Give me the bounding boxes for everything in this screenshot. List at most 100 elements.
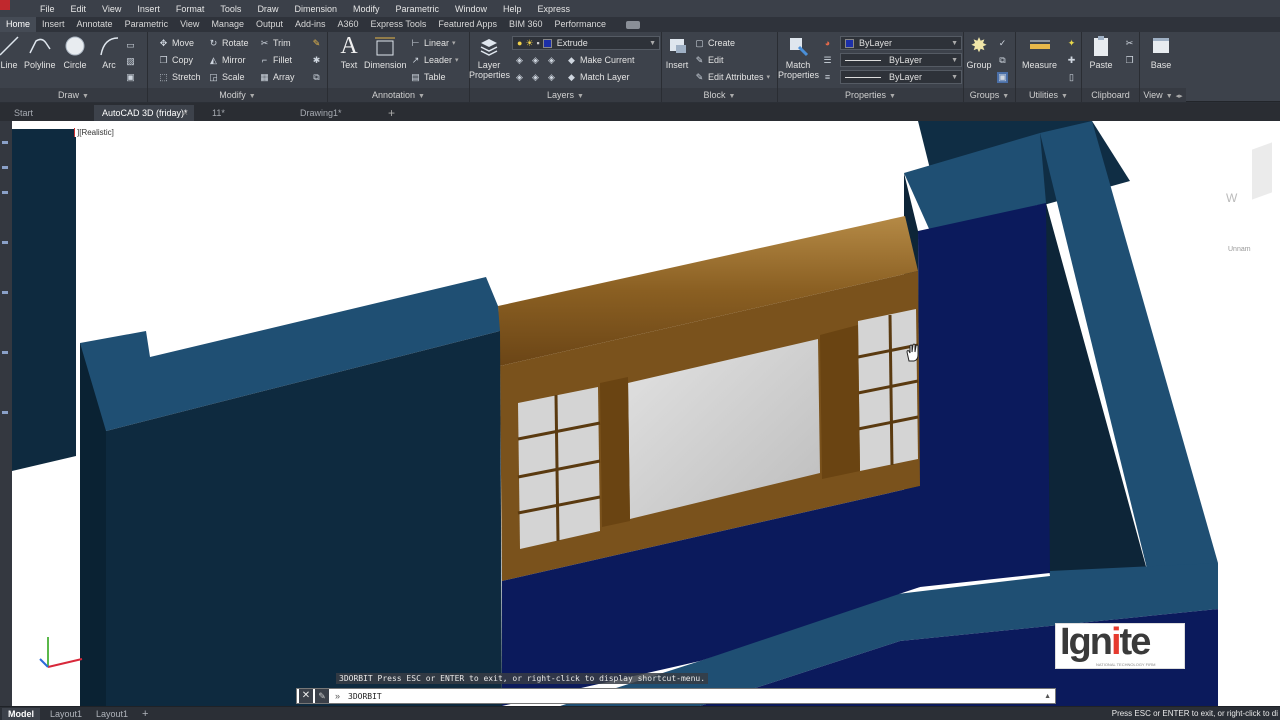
- linetype-dropdown[interactable]: ByLayer ▼: [840, 53, 962, 67]
- make-current-button[interactable]: ◆ Make Current: [566, 53, 635, 67]
- array-button[interactable]: ▦ Array: [259, 70, 294, 84]
- doc-tab-drawing1[interactable]: Drawing1*: [292, 105, 384, 121]
- block-panel-title[interactable]: Block ▼: [662, 88, 777, 102]
- tab-performance[interactable]: Performance: [548, 17, 612, 32]
- menu-draw[interactable]: Draw: [249, 4, 286, 14]
- ucs-menu-label[interactable]: Unnam: [1228, 246, 1251, 253]
- tool-icon[interactable]: [2, 166, 8, 169]
- circle-button[interactable]: Circle: [62, 34, 88, 70]
- rectangle-button[interactable]: ▭: [125, 38, 136, 52]
- edit-block-button[interactable]: ✎ Edit: [694, 53, 724, 67]
- layer-properties-button[interactable]: Layer Properties: [469, 34, 510, 80]
- explode-button[interactable]: ✱: [311, 53, 322, 67]
- close-icon[interactable]: ×: [183, 105, 188, 121]
- draw-panel-title[interactable]: Draw ▼: [0, 88, 147, 102]
- layer-tool-3[interactable]: ◈: [546, 53, 557, 67]
- doc-tab-start[interactable]: Start: [6, 105, 92, 121]
- utility-tool-1[interactable]: ✦: [1066, 36, 1077, 50]
- customize-wrench-icon[interactable]: ✎: [315, 689, 329, 703]
- tab-annotate[interactable]: Annotate: [71, 17, 119, 32]
- menu-help[interactable]: Help: [495, 4, 530, 14]
- boundary-button[interactable]: ▣: [125, 70, 136, 84]
- visual-style-label[interactable]: ][Realistic]: [74, 128, 114, 137]
- doc-tab-autocad-3d[interactable]: AutoCAD 3D (friday)* ×: [94, 105, 194, 121]
- 3d-model-scene[interactable]: [0, 121, 1280, 706]
- menu-window[interactable]: Window: [447, 4, 495, 14]
- new-tab-plus-icon[interactable]: +: [388, 105, 402, 121]
- menu-tools[interactable]: Tools: [212, 4, 249, 14]
- base-button[interactable]: Base: [1148, 34, 1174, 70]
- layout-tab-model[interactable]: Model: [2, 708, 40, 720]
- fillet-button[interactable]: ⌐ Fillet: [259, 53, 292, 67]
- measure-button[interactable]: Measure: [1022, 34, 1057, 70]
- group-tool-3[interactable]: ▣: [997, 70, 1008, 84]
- tool-icon[interactable]: [2, 241, 8, 244]
- lineweight-dropdown[interactable]: ByLayer ▼: [840, 70, 962, 84]
- clipboard-panel-title[interactable]: Clipboard: [1082, 88, 1139, 102]
- layers-panel-title[interactable]: Layers ▼: [470, 88, 661, 102]
- tab-featured-apps[interactable]: Featured Apps: [432, 17, 503, 32]
- trim-button[interactable]: ✂ Trim: [259, 36, 291, 50]
- tool-icon[interactable]: [2, 411, 8, 414]
- create-block-button[interactable]: ▢ Create: [694, 36, 735, 50]
- insert-block-button[interactable]: Insert: [664, 34, 690, 70]
- layer-tool-6[interactable]: ◈: [546, 70, 557, 84]
- table-button[interactable]: ▤ Table: [410, 70, 445, 84]
- paste-button[interactable]: Paste: [1088, 34, 1114, 70]
- hatch-button[interactable]: ▨: [125, 54, 136, 68]
- tab-express-tools[interactable]: Express Tools: [365, 17, 433, 32]
- menu-dimension[interactable]: Dimension: [286, 4, 345, 14]
- modify-panel-title[interactable]: Modify ▼: [148, 88, 327, 102]
- polyline-button[interactable]: Polyline: [24, 34, 56, 70]
- utility-tool-3[interactable]: ▯: [1066, 70, 1077, 84]
- command-line[interactable]: ✕ ✎ » 3DORBIT ▲: [296, 688, 1056, 704]
- layer-tool-5[interactable]: ◈: [530, 70, 541, 84]
- compass-west-label[interactable]: W: [1226, 191, 1237, 205]
- tool-icon[interactable]: [2, 291, 8, 294]
- tab-add-ins[interactable]: Add-ins: [289, 17, 332, 32]
- menu-edit[interactable]: Edit: [63, 4, 95, 14]
- arc-button[interactable]: Arc: [96, 34, 122, 70]
- move-button[interactable]: ✥ Move: [158, 36, 194, 50]
- doc-tab-11[interactable]: 11*: [204, 105, 290, 121]
- menu-parametric[interactable]: Parametric: [388, 4, 448, 14]
- tab-home[interactable]: Home: [0, 17, 37, 32]
- tab-insert[interactable]: Insert: [36, 17, 71, 32]
- app-logo-icon[interactable]: [0, 0, 10, 10]
- cut-button[interactable]: ✂: [1124, 36, 1135, 50]
- stretch-button[interactable]: ⬚ Stretch: [158, 70, 200, 84]
- match-properties-button[interactable]: Match Properties: [778, 34, 819, 80]
- layer-tool-1[interactable]: ◈: [514, 53, 525, 67]
- menu-file[interactable]: File: [32, 4, 63, 14]
- tab-view[interactable]: View: [174, 17, 205, 32]
- group-tool-1[interactable]: ✓: [997, 36, 1008, 50]
- layout-tab-layout1-copy[interactable]: Layout1: [90, 708, 134, 720]
- tool-icon[interactable]: [2, 141, 8, 144]
- menu-view[interactable]: View: [94, 4, 129, 14]
- layer-tool-2[interactable]: ◈: [530, 53, 541, 67]
- tab-bim-360[interactable]: BIM 360: [503, 17, 549, 32]
- groups-panel-title[interactable]: Groups ▼: [964, 88, 1015, 102]
- command-history-toggle-icon[interactable]: ▲: [1044, 693, 1051, 700]
- menu-express[interactable]: Express: [530, 4, 579, 14]
- utility-tool-2[interactable]: ✚: [1066, 53, 1077, 67]
- offset-button[interactable]: ⧉: [311, 70, 322, 84]
- utilities-panel-title[interactable]: Utilities ▼: [1016, 88, 1081, 102]
- tool-icon[interactable]: [2, 351, 8, 354]
- ribbon-minimize-toggle-icon[interactable]: [626, 20, 641, 29]
- copy-button[interactable]: ❐ Copy: [158, 53, 193, 67]
- rotate-button[interactable]: ↻ Rotate: [208, 36, 249, 50]
- menu-format[interactable]: Format: [168, 4, 213, 14]
- tab-a360[interactable]: A360: [332, 17, 365, 32]
- properties-panel-title[interactable]: Properties ▼: [778, 88, 963, 102]
- menu-modify[interactable]: Modify: [345, 4, 388, 14]
- layer-dropdown[interactable]: ● ☀ ▪ Extrude ▼: [512, 36, 660, 50]
- layout-tab-layout1[interactable]: Layout1: [44, 708, 88, 720]
- layer-tool-4[interactable]: ◈: [514, 70, 525, 84]
- edit-attributes-button[interactable]: ✎ Edit Attributes ▾: [694, 70, 770, 84]
- close-icon[interactable]: ✕: [299, 689, 313, 703]
- menu-insert[interactable]: Insert: [129, 4, 168, 14]
- scale-button[interactable]: ◲ Scale: [208, 70, 244, 84]
- leader-button[interactable]: ↗ Leader ▾: [410, 53, 459, 67]
- annotation-panel-title[interactable]: Annotation ▼: [328, 88, 469, 102]
